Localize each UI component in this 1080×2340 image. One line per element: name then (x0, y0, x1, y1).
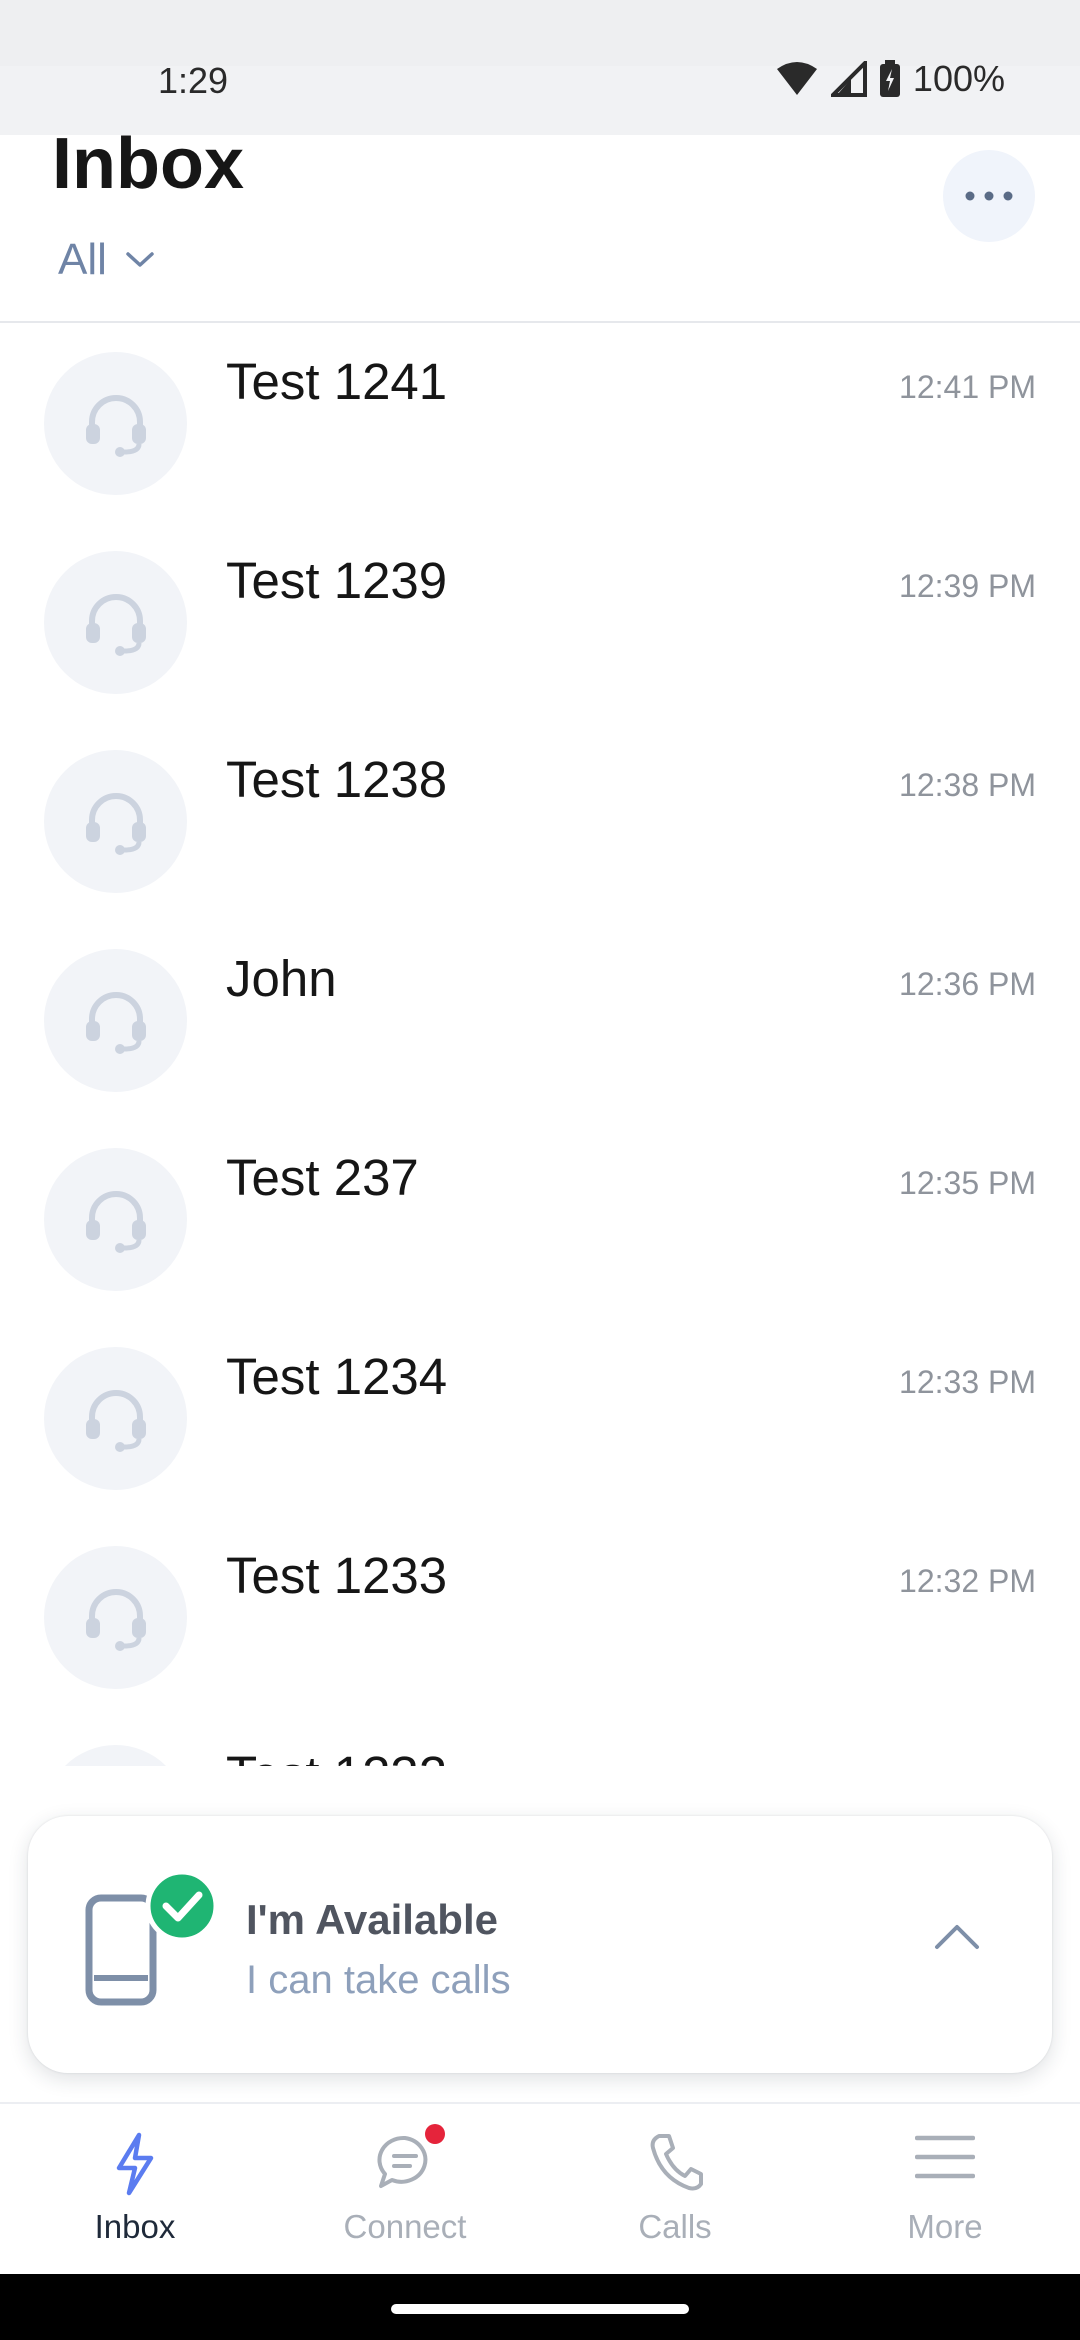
status-bar-top-band (0, 0, 1080, 66)
tab-label: More (907, 2208, 983, 2245)
conversation-row[interactable]: Test 1238 12:38 PM (0, 722, 1080, 921)
hamburger-menu-icon (915, 2135, 975, 2179)
availability-subtitle: I can take calls (246, 1958, 511, 2002)
message-time: 12:38 PM (899, 767, 1036, 803)
tab-inbox[interactable]: Inbox (0, 2104, 270, 2276)
availability-title: I'm Available (246, 1896, 498, 1943)
message-time: 12:36 PM (899, 966, 1036, 1002)
tab-calls[interactable]: Calls (540, 2104, 810, 2276)
availability-card[interactable]: I'm Available I can take calls (28, 1816, 1052, 2073)
tab-label: Inbox (94, 2208, 176, 2245)
headset-icon (85, 991, 146, 1054)
filter-dropdown[interactable]: All (58, 235, 155, 285)
avatar (44, 1546, 187, 1689)
system-navigation-bar (0, 2274, 1080, 2340)
contact-name: Test 1239 (226, 552, 448, 609)
headset-icon (85, 1389, 146, 1452)
chevron-down-icon (126, 252, 154, 267)
contact-name: Test 237 (226, 1149, 419, 1206)
avatar (44, 1745, 187, 1766)
conversation-list[interactable]: Test 1241 12:41 PM Test 1239 12:39 PM Te… (0, 324, 1080, 1766)
avatar (44, 352, 187, 495)
status-bar: 1:29 100% (0, 0, 1080, 135)
phone-icon (650, 2134, 703, 2191)
avatar (44, 1347, 187, 1490)
contact-name: Test 1232 (226, 1745, 447, 1766)
chevron-up-icon[interactable] (934, 1922, 980, 1950)
headset-icon (85, 394, 146, 457)
headset-icon (85, 593, 146, 656)
chat-bubble-icon (377, 2135, 428, 2188)
inbox-header: Inbox All (0, 124, 1080, 323)
message-time: 12:41 PM (899, 369, 1036, 405)
headset-icon (85, 792, 146, 855)
tab-more[interactable]: More (810, 2104, 1080, 2276)
filter-label: All (58, 235, 107, 284)
headset-icon (85, 1190, 146, 1253)
headset-icon (85, 1588, 146, 1651)
conversation-row[interactable]: Test 1233 12:32 PM (0, 1518, 1080, 1717)
contact-name: Test 1233 (226, 1547, 448, 1604)
phone-available-icon (85, 1872, 219, 2006)
contact-name: Test 1238 (226, 751, 448, 808)
tab-label: Calls (638, 2208, 712, 2245)
battery-charging-icon (879, 60, 900, 97)
avatar (44, 1148, 187, 1291)
conversation-row[interactable]: Test 237 12:35 PM (0, 1120, 1080, 1319)
page-title: Inbox (52, 124, 244, 204)
contact-name: Test 1241 (226, 353, 448, 410)
contact-name: Test 1234 (226, 1348, 448, 1405)
conversation-row[interactable]: John 12:36 PM (0, 921, 1080, 1120)
conversation-row[interactable]: Test 1239 12:39 PM (0, 523, 1080, 722)
conversation-row[interactable]: Test 1241 12:41 PM (0, 324, 1080, 523)
conversation-row[interactable]: Test 1234 12:33 PM (0, 1319, 1080, 1518)
cellular-signal-icon (830, 61, 867, 97)
tab-connect[interactable]: Connect (270, 2104, 540, 2276)
wifi-icon (776, 62, 817, 95)
status-icons: 100% (775, 58, 1005, 100)
home-gesture-handle[interactable] (391, 2304, 689, 2314)
message-time: 12:39 PM (899, 568, 1036, 604)
avatar (44, 949, 187, 1092)
battery-percent: 100% (912, 58, 1005, 99)
more-options-button[interactable] (943, 150, 1035, 242)
lightning-icon (116, 2132, 154, 2196)
ellipsis-icon (965, 191, 1013, 201)
conversation-row[interactable]: Test 1232 (0, 1717, 1080, 1766)
bottom-tab-bar: Inbox Connect Calls More (0, 2102, 1080, 2274)
avatar (44, 551, 187, 694)
contact-name: John (226, 950, 337, 1007)
notification-badge (425, 2124, 445, 2144)
status-time: 1:29 (158, 60, 229, 101)
message-time: 12:35 PM (899, 1165, 1036, 1201)
tab-label: Connect (343, 2208, 467, 2245)
message-time: 12:33 PM (899, 1364, 1036, 1400)
message-time: 12:32 PM (899, 1563, 1036, 1599)
avatar (44, 750, 187, 893)
